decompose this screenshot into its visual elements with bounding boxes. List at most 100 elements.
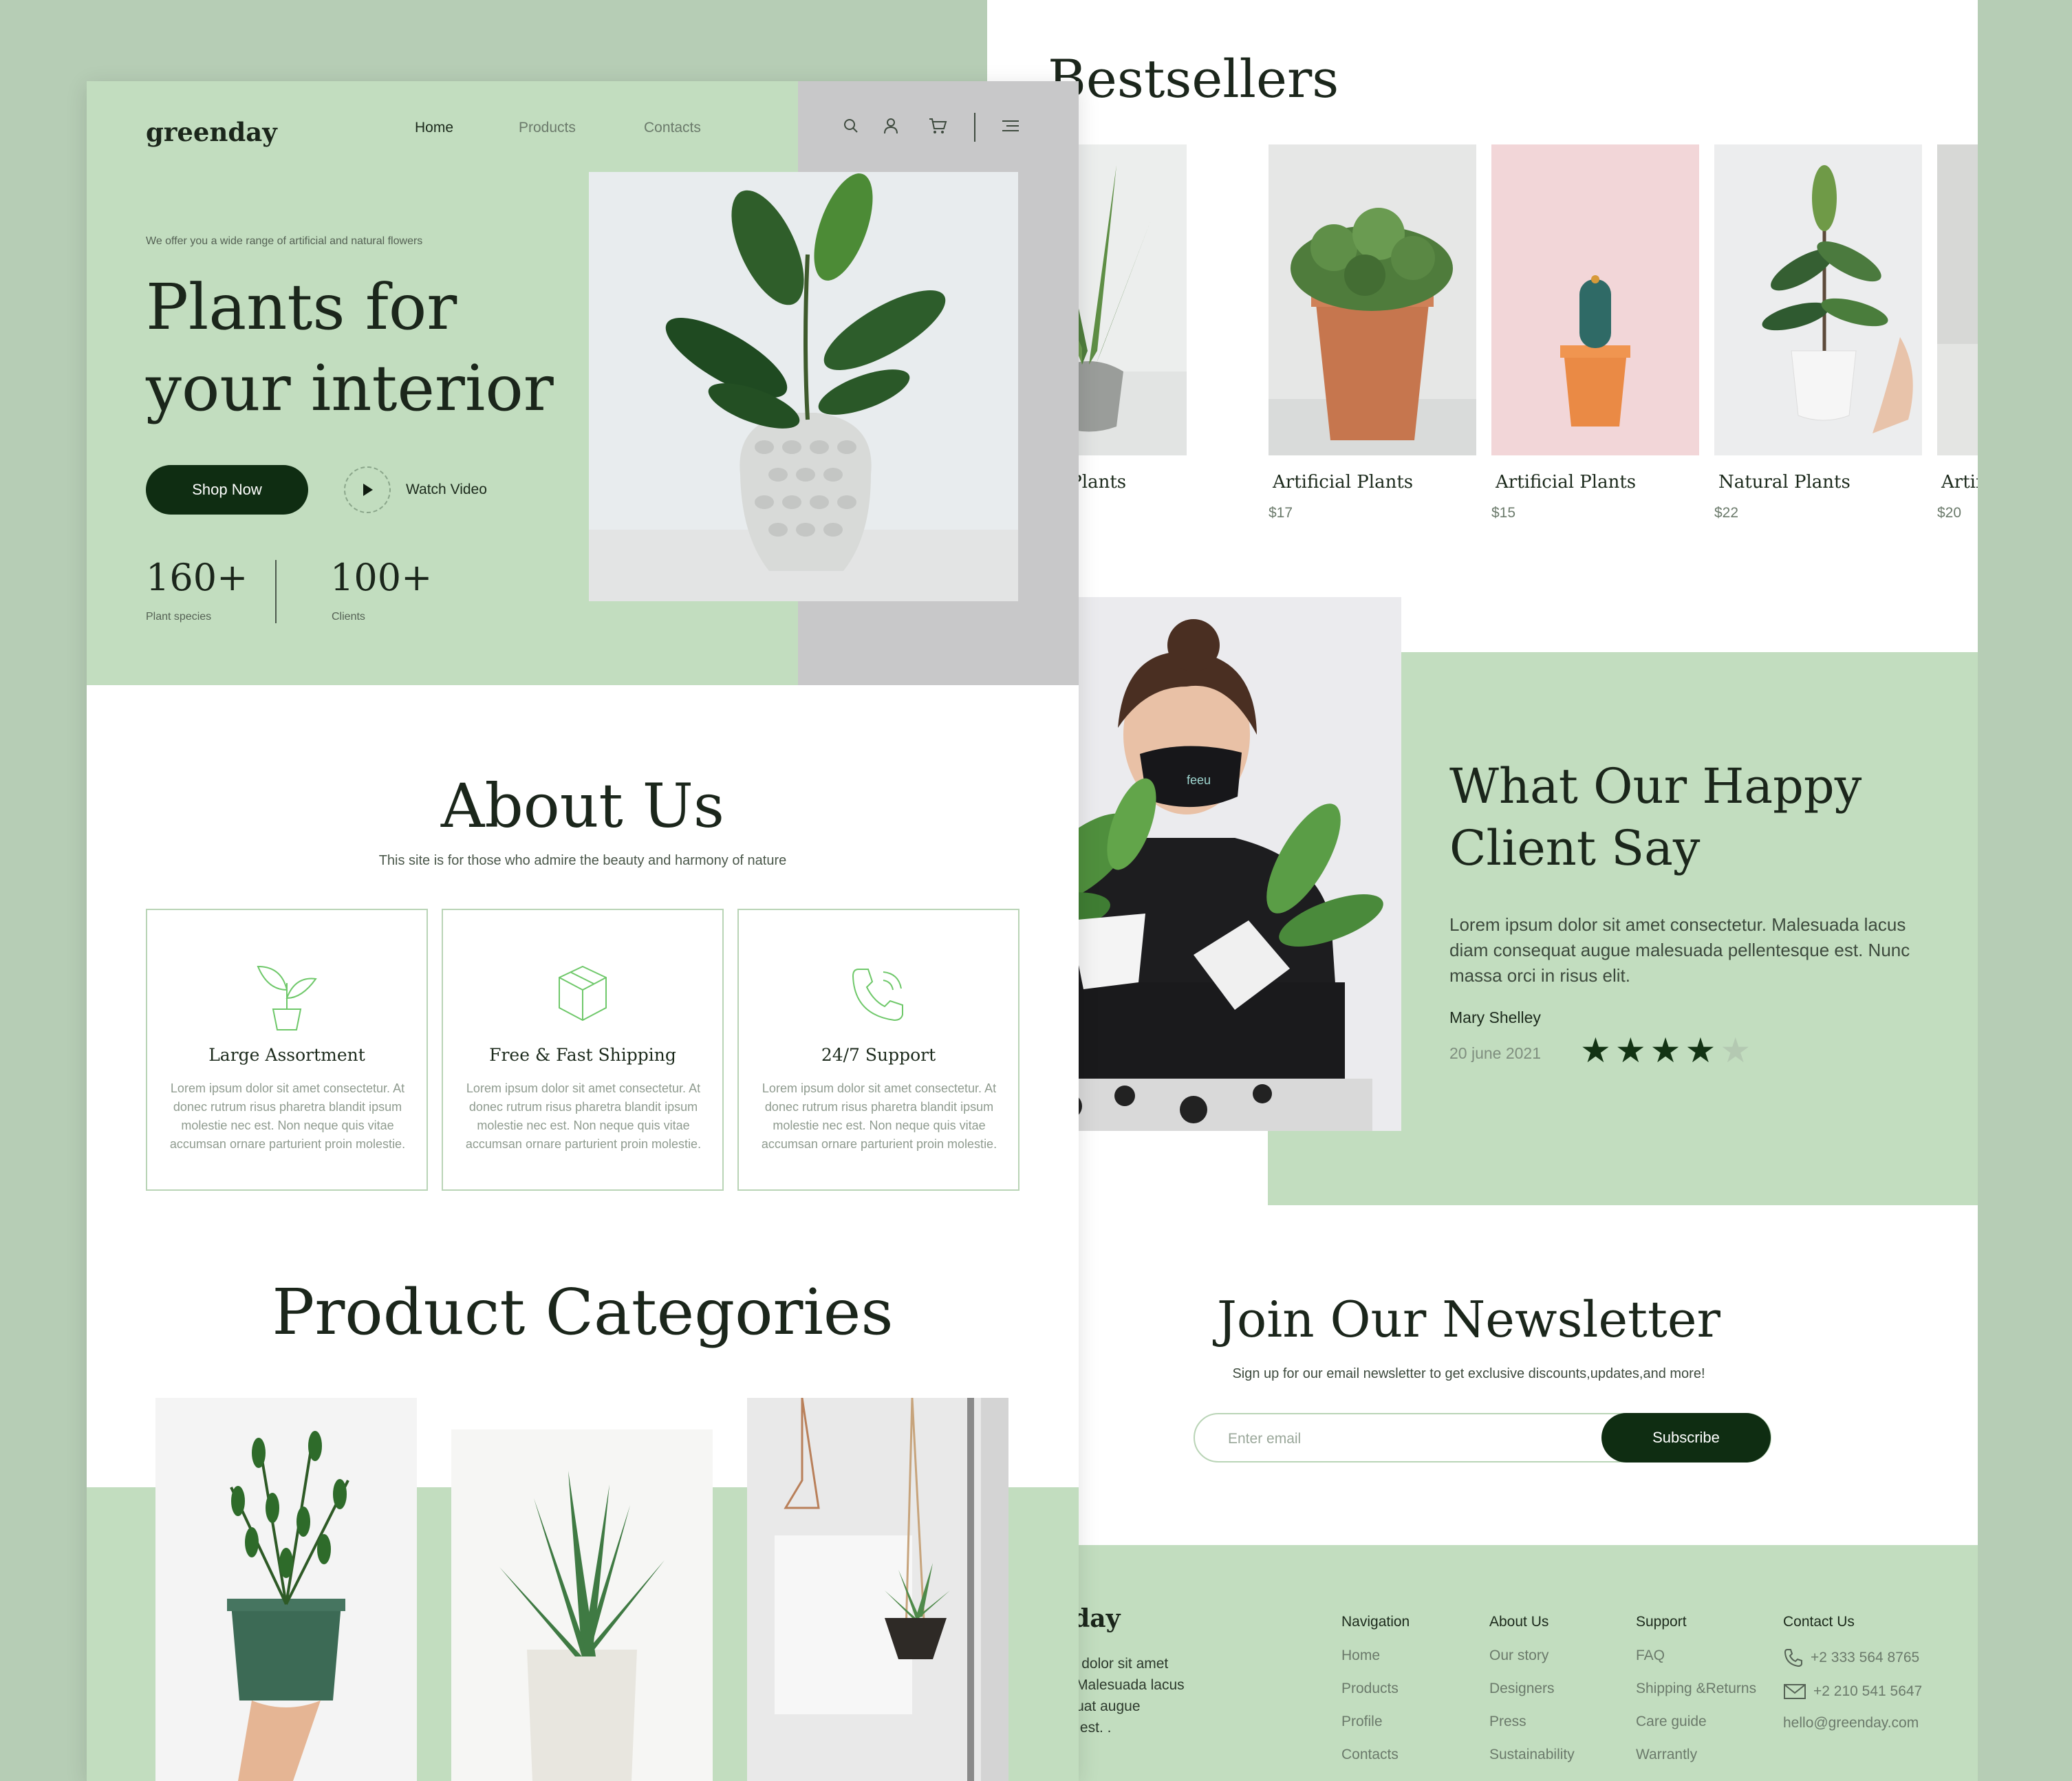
footer-link[interactable]: Care guide [1636, 1714, 1756, 1730]
phone-icon [1784, 1649, 1802, 1667]
footer-heading: About Us [1489, 1614, 1549, 1630]
menu-icon[interactable] [999, 114, 1022, 138]
newsletter-subtitle: Sign up for our email newsletter to get … [1232, 1366, 1705, 1381]
star-icon: ★ [1685, 1031, 1720, 1070]
product-name: Natural Plants [1718, 472, 1850, 493]
product-card[interactable]: Artificial Plants $20 [1937, 144, 1978, 521]
star-icon: ★ [1615, 1031, 1650, 1070]
sprout-icon [147, 962, 427, 1031]
phone-icon [739, 962, 1018, 1024]
product-image [1269, 144, 1476, 455]
testimonial-date: 20 june 2021 [1449, 1044, 1542, 1062]
play-icon [344, 466, 391, 513]
user-icon[interactable] [879, 114, 903, 138]
nav-home[interactable]: Home [415, 120, 453, 136]
feature-card: Large Assortment Lorem ipsum dolor sit a… [146, 909, 428, 1191]
hero-plant-image [589, 172, 1018, 601]
product-name: Artificial Plants [1941, 472, 1978, 493]
testimonial-title: What Our Happy Client Say [1449, 758, 1862, 876]
category-card[interactable] [155, 1398, 417, 1781]
nav-products[interactable]: Products [519, 120, 576, 136]
email-input[interactable] [1227, 1427, 1587, 1451]
stat-value: 100+ [330, 556, 433, 599]
stat-value: 160+ [146, 556, 248, 599]
feature-card: Free & Fast Shipping Lorem ipsum dolor s… [442, 909, 724, 1191]
left-page: greenday Home Products Contacts We offer… [87, 81, 1079, 1781]
footer-column-contact: Contact Us +2 333 564 8765 +2 210 541 56… [1783, 1614, 1922, 1746]
right-page: Bestsellers Artificial Plants [987, 0, 1978, 1781]
footer-link[interactable]: Products [1341, 1681, 1410, 1697]
nav-contacts[interactable]: Contacts [644, 120, 701, 136]
footer-link[interactable]: Our story [1489, 1648, 1575, 1664]
contact-phone-text: +2 210 541 5647 [1813, 1683, 1923, 1699]
feature-text: Lorem ipsum dolor sit amet consectetur. … [465, 1081, 702, 1151]
product-price: $15 [1491, 505, 1516, 521]
newsletter-title: Join Our Newsletter [1217, 1291, 1720, 1348]
watch-video-button[interactable]: Watch Video [344, 466, 487, 513]
shop-now-button[interactable]: Shop Now [146, 465, 308, 515]
testimonial-text: Lorem ipsum dolor sit amet consectetur. … [1449, 914, 1910, 986]
footer-link[interactable]: Warrantly [1636, 1747, 1756, 1763]
product-price: $17 [1269, 505, 1293, 521]
footer-link[interactable]: Shipping &Returns [1636, 1681, 1756, 1697]
product-card[interactable]: Natural Plants $22 [1714, 144, 1922, 521]
contact-phone-text: +2 333 564 8765 [1811, 1650, 1920, 1665]
product-price: $22 [1714, 505, 1739, 521]
nav-divider [974, 113, 975, 142]
product-card[interactable]: Artificial Plants $17 [1269, 144, 1476, 521]
about-subtitle: This site is for those who admire the be… [378, 853, 787, 868]
footer-link[interactable]: FAQ [1636, 1648, 1756, 1664]
box-icon [443, 962, 722, 1024]
product-name: Artificial Plants [1496, 472, 1637, 493]
star-rating: ★★★★★ [1580, 1030, 1755, 1070]
contact-email[interactable]: hello@greenday.com [1783, 1715, 1922, 1731]
contact-phone-2[interactable]: +2 210 541 5647 [1783, 1683, 1922, 1701]
footer-link[interactable]: Press [1489, 1714, 1575, 1730]
feature-title: 24/7 Support [821, 1045, 936, 1065]
star-icon: ★ [1580, 1031, 1615, 1070]
feature-title: Large Assortment [208, 1045, 365, 1065]
stat-label: Plant species [146, 611, 212, 623]
subscribe-button[interactable]: Subscribe [1601, 1413, 1771, 1462]
footer-link[interactable]: Home [1341, 1648, 1410, 1664]
footer-link[interactable]: Profile [1341, 1714, 1410, 1730]
contact-email-text: hello@greenday.com [1783, 1715, 1919, 1731]
product-image [1491, 144, 1699, 455]
about-title: About Us [440, 770, 725, 841]
category-card[interactable] [747, 1398, 1008, 1781]
contact-phone-1[interactable]: +2 333 564 8765 [1783, 1648, 1922, 1668]
feature-card: 24/7 Support Lorem ipsum dolor sit amet … [737, 909, 1019, 1191]
star-icon: ★ [1650, 1031, 1685, 1070]
product-image [1937, 144, 1978, 455]
footer-link[interactable]: Designers [1489, 1681, 1575, 1697]
star-icon: ★ [1720, 1031, 1756, 1070]
mail-icon [1784, 1684, 1806, 1699]
footer-column-about: About Us Our story Designers Press Susta… [1489, 1614, 1575, 1780]
site-logo[interactable]: greenday [146, 117, 277, 147]
footer: greenday Lorem ipsum dolor sit amet cons… [987, 1545, 1978, 1781]
category-card[interactable] [451, 1429, 713, 1781]
cart-icon[interactable] [926, 114, 949, 138]
feature-text: Lorem ipsum dolor sit amet consectetur. … [761, 1081, 997, 1151]
footer-column-navigation: Navigation Home Products Profile Contact… [1341, 1614, 1410, 1780]
product-card[interactable]: Artificial Plants $15 [1491, 144, 1699, 521]
footer-heading: Navigation [1341, 1614, 1410, 1630]
stat-divider [275, 560, 277, 623]
footer-heading: Contact Us [1783, 1614, 1855, 1630]
product-price: $20 [1937, 505, 1962, 521]
search-icon[interactable] [839, 114, 863, 138]
watch-video-label: Watch Video [406, 482, 487, 497]
footer-link[interactable]: Contacts [1341, 1747, 1410, 1763]
hero-tagline: We offer you a wide range of artificial … [146, 235, 423, 247]
bestsellers-title: Bestsellers [1048, 48, 1339, 109]
testimonial-author: Mary Shelley [1449, 1008, 1541, 1026]
mask-text: feeu [1187, 773, 1211, 787]
footer-column-support: Support FAQ Shipping &Returns Care guide… [1636, 1614, 1756, 1780]
categories-title: Product Categories [272, 1275, 894, 1349]
feature-text: Lorem ipsum dolor sit amet consectetur. … [169, 1081, 406, 1151]
stat-label: Clients [332, 611, 365, 623]
product-image [1714, 144, 1922, 455]
footer-heading: Support [1636, 1614, 1687, 1630]
feature-title: Free & Fast Shipping [489, 1045, 676, 1065]
footer-link[interactable]: Sustainability [1489, 1747, 1575, 1763]
